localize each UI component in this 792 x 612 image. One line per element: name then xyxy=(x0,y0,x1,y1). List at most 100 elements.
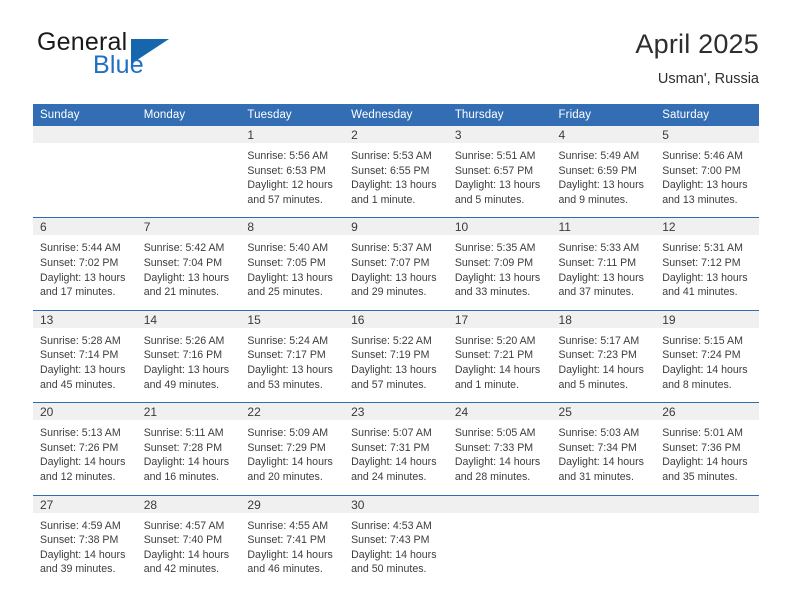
sunrise-text: Sunrise: 4:53 AM xyxy=(351,519,432,532)
daylight-text-line1: Daylight: 12 hours xyxy=(247,179,333,192)
sunset-text: Sunset: 7:36 PM xyxy=(662,441,741,454)
day-details: Sunrise: 5:24 AM Sunset: 7:17 PM Dayligh… xyxy=(240,328,344,402)
day-number: 3 xyxy=(447,126,552,143)
day-details: Sunrise: 5:35 AM Sunset: 7:09 PM Dayligh… xyxy=(448,235,552,309)
sunrise-text: Sunrise: 4:57 AM xyxy=(143,519,225,532)
day-cell xyxy=(136,126,241,218)
day-cell[interactable]: 1 Sunrise: 5:56 AM Sunset: 6:53 PM Dayli… xyxy=(240,126,345,218)
weekday-header-monday: Monday xyxy=(136,104,241,126)
day-cell[interactable]: 4 Sunrise: 5:49 AM Sunset: 6:59 PM Dayli… xyxy=(551,126,656,218)
daylight-text-line1: Daylight: 13 hours xyxy=(351,271,437,284)
day-cell[interactable]: 20 Sunrise: 5:13 AM Sunset: 7:26 PM Dayl… xyxy=(33,402,137,495)
day-cell[interactable]: 23 Sunrise: 5:07 AM Sunset: 7:31 PM Dayl… xyxy=(344,402,448,495)
sunset-text: Sunset: 7:34 PM xyxy=(558,441,637,454)
day-number xyxy=(551,495,656,513)
sunrise-text: Sunrise: 5:46 AM xyxy=(662,150,743,162)
sunset-text: Sunset: 6:59 PM xyxy=(558,164,637,177)
sunrise-text: Sunrise: 5:09 AM xyxy=(247,427,329,440)
daylight-text-line1: Daylight: 13 hours xyxy=(454,271,541,284)
daylight-text-line2: and 45 minutes. xyxy=(40,378,116,391)
calendar-body: 1 Sunrise: 5:56 AM Sunset: 6:53 PM Dayli… xyxy=(33,126,759,587)
daylight-text-line1: Daylight: 14 hours xyxy=(454,363,541,376)
day-number: 21 xyxy=(136,403,241,421)
day-cell[interactable]: 19 Sunrise: 5:15 AM Sunset: 7:24 PM Dayl… xyxy=(655,309,759,403)
day-number: 26 xyxy=(655,403,759,421)
sunrise-text: Sunrise: 5:33 AM xyxy=(558,242,640,255)
sunrise-text: Sunrise: 5:28 AM xyxy=(40,334,121,347)
day-details: Sunrise: 5:07 AM Sunset: 7:31 PM Dayligh… xyxy=(344,420,448,494)
sunset-text: Sunset: 7:14 PM xyxy=(40,349,119,362)
daylight-text-line2: and 33 minutes. xyxy=(454,286,531,299)
daylight-text-line2: and 46 minutes. xyxy=(247,563,323,576)
title-block: April 2025 Usman', Russia xyxy=(635,28,759,89)
day-cell xyxy=(33,126,137,218)
day-cell[interactable]: 22 Sunrise: 5:09 AM Sunset: 7:29 PM Dayl… xyxy=(240,402,345,495)
daylight-text-line2: and 5 minutes. xyxy=(454,193,525,206)
day-cell[interactable]: 16 Sunrise: 5:22 AM Sunset: 7:19 PM Dayl… xyxy=(344,309,448,403)
day-cell[interactable]: 3 Sunrise: 5:51 AM Sunset: 6:57 PM Dayli… xyxy=(447,126,552,218)
week-row: 13 Sunrise: 5:28 AM Sunset: 7:14 PM Dayl… xyxy=(33,309,759,403)
daylight-text-line2: and 29 minutes. xyxy=(351,286,427,299)
day-details: Sunrise: 5:26 AM Sunset: 7:16 PM Dayligh… xyxy=(137,328,241,402)
day-cell[interactable]: 9 Sunrise: 5:37 AM Sunset: 7:07 PM Dayli… xyxy=(344,217,448,311)
day-number: 20 xyxy=(33,403,137,421)
sunset-text: Sunset: 7:26 PM xyxy=(40,441,119,454)
sunrise-text: Sunrise: 5:05 AM xyxy=(454,427,536,440)
sunset-text: Sunset: 7:31 PM xyxy=(351,441,430,454)
day-number: 25 xyxy=(551,403,656,421)
day-cell[interactable]: 13 Sunrise: 5:28 AM Sunset: 7:14 PM Dayl… xyxy=(33,309,137,403)
day-cell[interactable]: 30 Sunrise: 4:53 AM Sunset: 7:43 PM Dayl… xyxy=(344,494,448,587)
sunset-text: Sunset: 7:04 PM xyxy=(143,256,223,269)
day-cell[interactable]: 25 Sunrise: 5:03 AM Sunset: 7:34 PM Dayl… xyxy=(551,402,656,495)
sunset-text: Sunset: 7:24 PM xyxy=(662,349,741,362)
day-cell[interactable]: 2 Sunrise: 5:53 AM Sunset: 6:55 PM Dayli… xyxy=(344,126,448,218)
day-details: Sunrise: 5:03 AM Sunset: 7:34 PM Dayligh… xyxy=(552,420,656,494)
day-number: 28 xyxy=(136,495,241,513)
day-number: 9 xyxy=(344,218,448,236)
day-cell[interactable]: 18 Sunrise: 5:17 AM Sunset: 7:23 PM Dayl… xyxy=(551,309,656,403)
day-number: 23 xyxy=(344,403,448,421)
calendar-grid: Sunday Monday Tuesday Wednesday Thursday… xyxy=(33,104,759,587)
day-cell[interactable]: 26 Sunrise: 5:01 AM Sunset: 7:36 PM Dayl… xyxy=(655,402,759,495)
day-details xyxy=(448,513,552,576)
sunrise-text: Sunrise: 4:59 AM xyxy=(40,519,121,532)
day-cell[interactable]: 6 Sunrise: 5:44 AM Sunset: 7:02 PM Dayli… xyxy=(33,217,137,311)
day-cell[interactable]: 5 Sunrise: 5:46 AM Sunset: 7:00 PM Dayli… xyxy=(655,126,759,218)
day-number: 15 xyxy=(240,310,345,328)
day-number: 10 xyxy=(447,218,552,236)
day-cell[interactable]: 8 Sunrise: 5:40 AM Sunset: 7:05 PM Dayli… xyxy=(240,217,345,311)
day-cell[interactable]: 12 Sunrise: 5:31 AM Sunset: 7:12 PM Dayl… xyxy=(655,217,759,311)
day-number xyxy=(33,126,137,143)
day-cell[interactable]: 10 Sunrise: 5:35 AM Sunset: 7:09 PM Dayl… xyxy=(447,217,552,311)
daylight-text-line2: and 39 minutes. xyxy=(40,563,116,576)
daylight-text-line1: Daylight: 13 hours xyxy=(662,271,748,284)
day-details: Sunrise: 5:05 AM Sunset: 7:33 PM Dayligh… xyxy=(448,420,552,494)
day-cell[interactable]: 29 Sunrise: 4:55 AM Sunset: 7:41 PM Dayl… xyxy=(240,494,345,587)
day-details: Sunrise: 5:42 AM Sunset: 7:04 PM Dayligh… xyxy=(137,235,241,309)
day-cell[interactable]: 14 Sunrise: 5:26 AM Sunset: 7:16 PM Dayl… xyxy=(136,309,241,403)
daylight-text-line1: Daylight: 13 hours xyxy=(40,271,126,284)
day-cell[interactable]: 27 Sunrise: 4:59 AM Sunset: 7:38 PM Dayl… xyxy=(33,494,137,587)
day-number: 24 xyxy=(447,403,552,421)
sunset-text: Sunset: 7:28 PM xyxy=(143,441,223,454)
day-number: 18 xyxy=(551,310,656,328)
daylight-text-line2: and 41 minutes. xyxy=(662,286,738,299)
day-details xyxy=(33,143,137,206)
day-cell[interactable]: 21 Sunrise: 5:11 AM Sunset: 7:28 PM Dayl… xyxy=(136,402,241,495)
sunrise-text: Sunrise: 5:40 AM xyxy=(247,242,329,255)
day-cell[interactable]: 24 Sunrise: 5:05 AM Sunset: 7:33 PM Dayl… xyxy=(447,402,552,495)
sunset-text: Sunset: 7:43 PM xyxy=(351,534,430,547)
day-cell[interactable]: 11 Sunrise: 5:33 AM Sunset: 7:11 PM Dayl… xyxy=(551,217,656,311)
day-details: Sunrise: 5:51 AM Sunset: 6:57 PM Dayligh… xyxy=(448,143,552,217)
daylight-text-line1: Daylight: 14 hours xyxy=(558,456,644,469)
sunrise-text: Sunrise: 5:15 AM xyxy=(662,334,743,347)
daylight-text-line2: and 35 minutes. xyxy=(662,470,738,483)
day-cell[interactable]: 7 Sunrise: 5:42 AM Sunset: 7:04 PM Dayli… xyxy=(136,217,241,311)
day-cell[interactable]: 28 Sunrise: 4:57 AM Sunset: 7:40 PM Dayl… xyxy=(136,494,241,587)
sunset-text: Sunset: 6:53 PM xyxy=(247,164,326,177)
day-number: 30 xyxy=(344,495,448,513)
day-cell[interactable]: 15 Sunrise: 5:24 AM Sunset: 7:17 PM Dayl… xyxy=(240,309,345,403)
daylight-text-line1: Daylight: 14 hours xyxy=(454,456,541,469)
day-number: 4 xyxy=(551,126,656,143)
day-cell[interactable]: 17 Sunrise: 5:20 AM Sunset: 7:21 PM Dayl… xyxy=(447,309,552,403)
